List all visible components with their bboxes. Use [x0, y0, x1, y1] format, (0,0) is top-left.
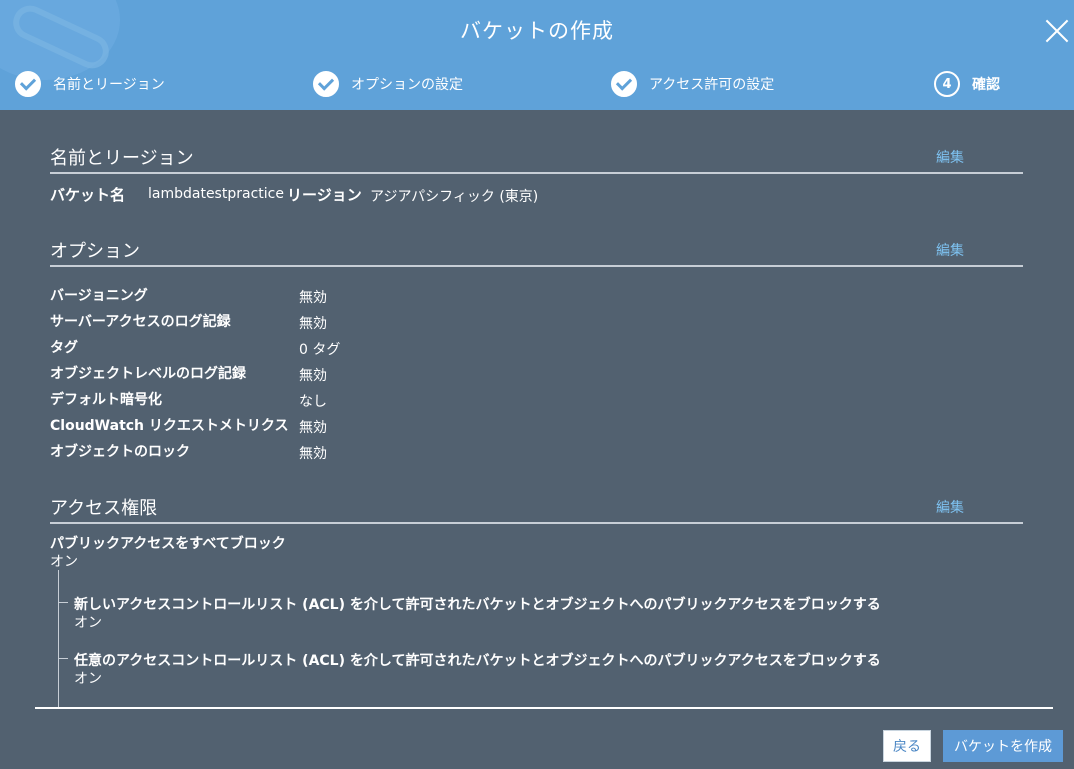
- step-label: 確認: [972, 77, 1000, 93]
- option-value-object-lock: 無効: [299, 446, 327, 462]
- review-content[interactable]: 名前とリージョン 編集 バケット名 lambdatestpractice リージ…: [0, 110, 1074, 708]
- bucket-name-label: バケット名: [50, 186, 126, 204]
- block-all-value: オン: [50, 554, 78, 570]
- section-title-name-region: 名前とリージョン: [50, 148, 194, 169]
- dialog-title: バケットの作成: [460, 19, 614, 43]
- region-value: アジアパシフィック (東京): [370, 189, 539, 205]
- divider: [50, 522, 1023, 524]
- check-circle-icon: [313, 71, 339, 97]
- block-any-acl-value: オン: [74, 671, 102, 687]
- step-permissions[interactable]: アクセス許可の設定: [611, 71, 774, 97]
- option-label-tags: タグ: [50, 340, 78, 356]
- option-label-versioning: バージョニング: [50, 288, 148, 304]
- block-all-label: パブリックアクセスをすべてブロック: [50, 536, 286, 552]
- region-label: リージョン: [287, 186, 362, 204]
- tree-branch: [58, 658, 68, 659]
- option-value-versioning: 無効: [299, 290, 327, 306]
- divider: [50, 172, 1023, 174]
- option-label-access-logging: サーバーアクセスのログ記録: [50, 314, 231, 330]
- tree-branch: [58, 602, 68, 603]
- footer-divider: [35, 707, 1053, 709]
- edit-options-link[interactable]: 編集: [936, 240, 964, 260]
- section-title-access: アクセス権限: [50, 498, 158, 519]
- block-any-acl-label: 任意のアクセスコントロールリスト (ACL) を介して許可されたバケットとオブジ…: [74, 653, 881, 669]
- step-number: 4: [934, 71, 960, 97]
- option-label-object-logging: オブジェクトレベルのログ記録: [50, 366, 246, 382]
- option-label-encryption: デフォルト暗号化: [50, 392, 162, 408]
- option-value-tags: 0 タグ: [299, 342, 341, 358]
- block-new-acl-label: 新しいアクセスコントロールリスト (ACL) を介して許可されたバケットとオブジ…: [74, 597, 881, 613]
- step-name-region[interactable]: 名前とリージョン: [15, 71, 165, 97]
- section-title-options: オプション: [50, 241, 140, 262]
- tree-line: [58, 570, 59, 708]
- create-bucket-button[interactable]: バケットを作成: [943, 730, 1063, 762]
- block-new-acl-value: オン: [74, 615, 102, 631]
- option-value-encryption: なし: [299, 394, 327, 410]
- dialog-header: バケットの作成 名前とリージョン オプションの設定 アクセス許可の設定 4 確認: [0, 0, 1074, 110]
- step-options[interactable]: オプションの設定: [313, 71, 463, 97]
- check-circle-icon: [611, 71, 637, 97]
- edit-access-link[interactable]: 編集: [936, 497, 964, 517]
- step-label: 名前とリージョン: [53, 77, 165, 93]
- option-label-cloudwatch: CloudWatch リクエストメトリクス: [50, 418, 289, 434]
- back-button[interactable]: 戻る: [883, 730, 931, 762]
- step-review: 4 確認: [934, 71, 1000, 97]
- option-value-cloudwatch: 無効: [299, 420, 327, 436]
- option-value-object-logging: 無効: [299, 368, 327, 384]
- bucket-name-value: lambdatestpractice: [148, 186, 284, 202]
- close-icon[interactable]: [1044, 18, 1070, 44]
- divider: [50, 265, 1023, 267]
- edit-name-region-link[interactable]: 編集: [936, 147, 964, 167]
- check-circle-icon: [15, 71, 41, 97]
- step-label: アクセス許可の設定: [649, 77, 775, 93]
- step-label: オプションの設定: [351, 77, 463, 93]
- option-value-access-logging: 無効: [299, 316, 327, 332]
- option-label-object-lock: オブジェクトのロック: [50, 444, 190, 460]
